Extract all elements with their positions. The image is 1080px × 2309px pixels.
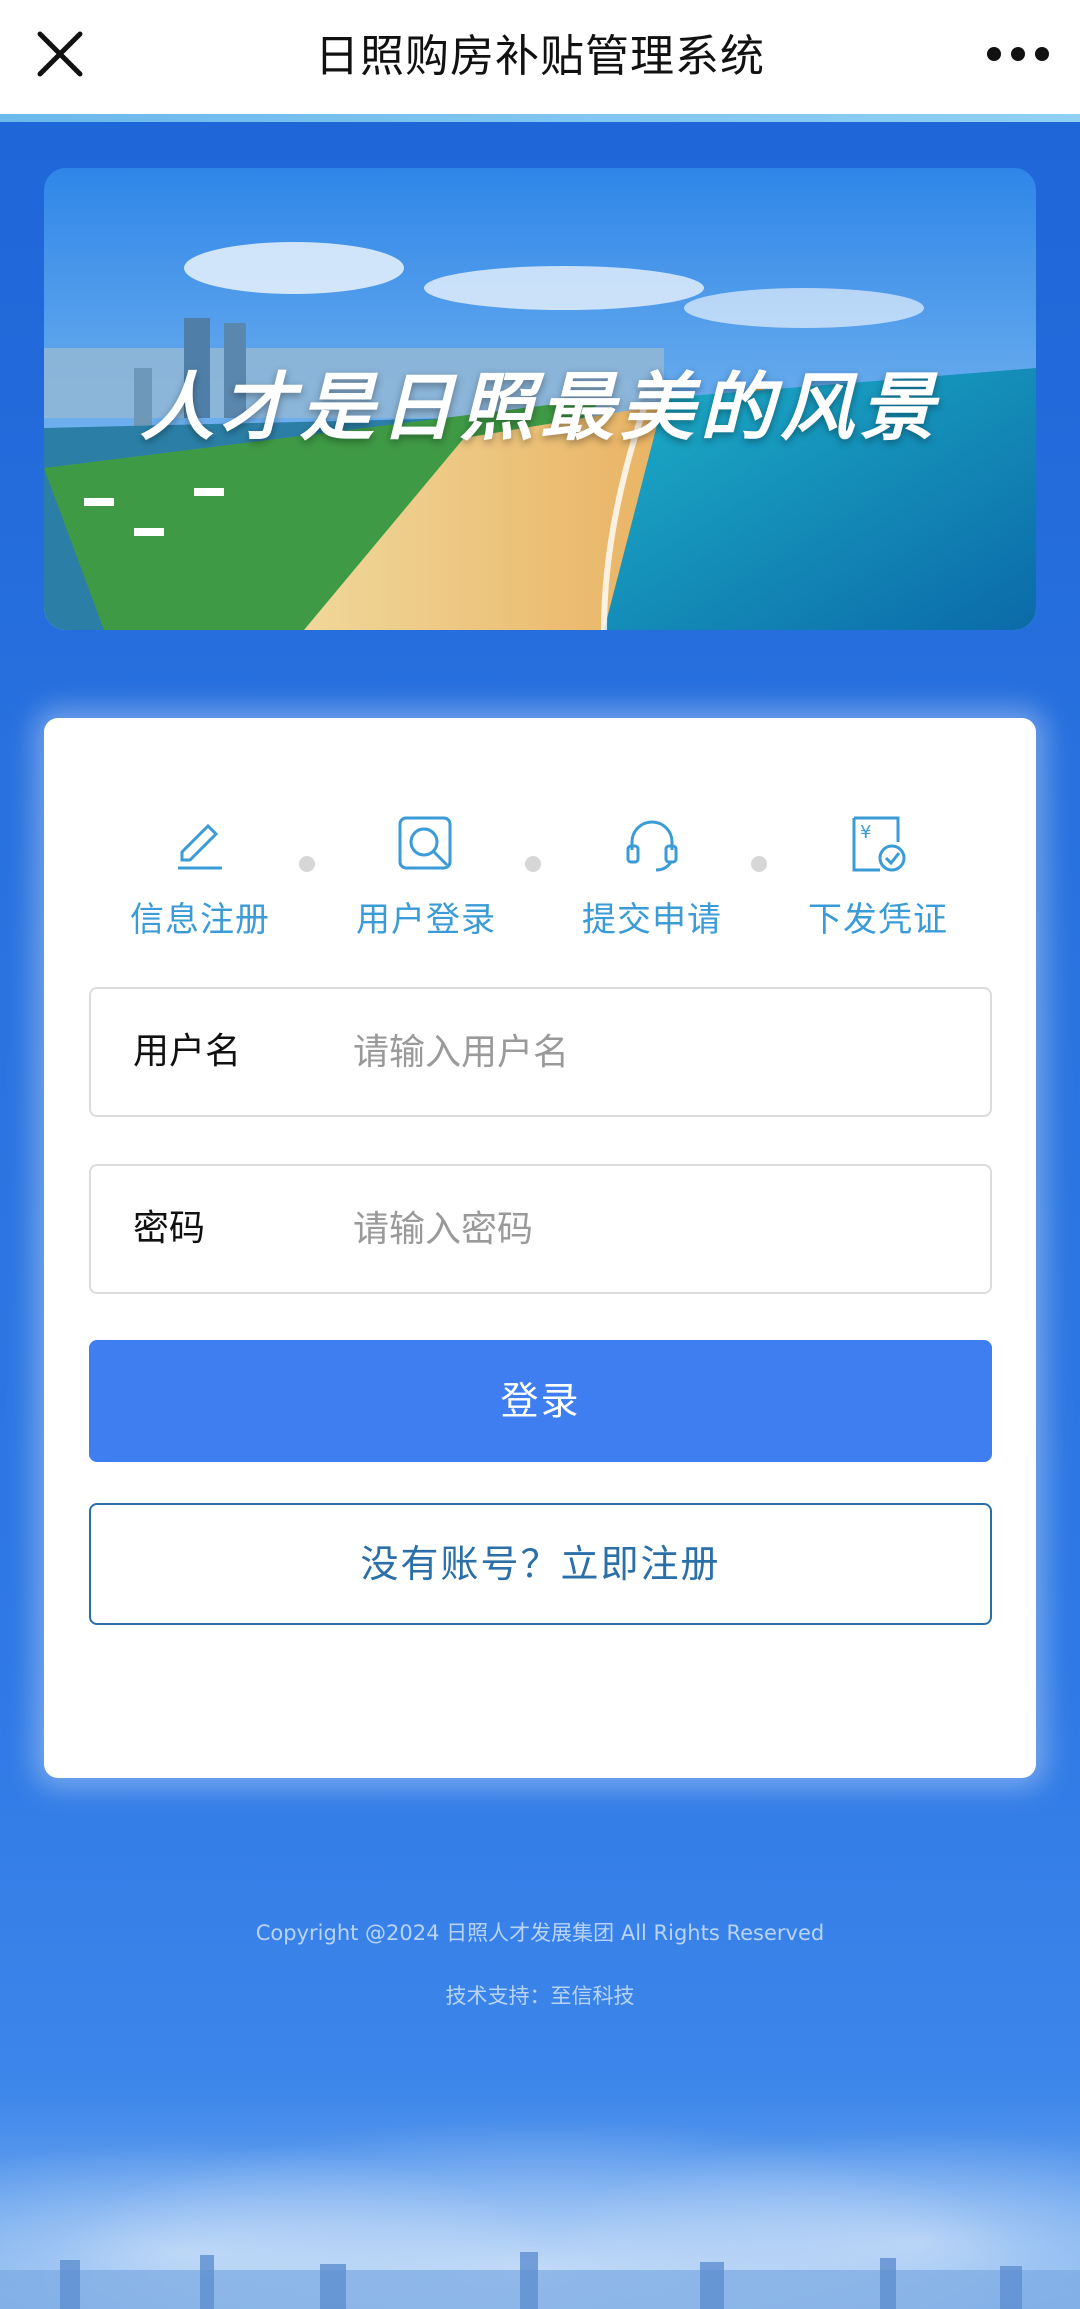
password-label: 密码	[133, 1208, 206, 1249]
step-separator	[525, 856, 541, 872]
step-label: 用户登录	[356, 900, 496, 940]
step-submit-application: 提交申请	[552, 812, 752, 941]
tech-support-text: 技术支持：至信科技	[445, 1984, 635, 2008]
username-input[interactable]	[353, 1017, 953, 1087]
top-bar: 日照购房补贴管理系统	[0, 0, 1080, 122]
step-separator	[299, 856, 315, 872]
search-icon	[398, 816, 452, 870]
step-separator	[751, 856, 767, 872]
pencil-icon	[178, 823, 222, 870]
banner-image: 人才是日照最美的风景	[44, 168, 1036, 630]
step-label: 下发凭证	[808, 900, 948, 940]
step-label: 信息注册	[130, 900, 270, 940]
step-user-login: 用户登录	[326, 812, 526, 941]
password-field: 密码	[89, 1164, 992, 1294]
login-button[interactable]: 登录	[89, 1340, 992, 1462]
step-label: 提交申请	[582, 900, 722, 940]
register-button[interactable]: 没有账号？立即注册	[89, 1503, 992, 1625]
skyline-decoration	[0, 2252, 1080, 2309]
username-field: 用户名	[89, 987, 992, 1117]
more-icon[interactable]	[986, 36, 1050, 72]
step-issue-certificate: ¥ 下发凭证	[778, 812, 978, 941]
page-title: 日照购房补贴管理系统	[315, 31, 765, 82]
svg-text:¥: ¥	[860, 822, 871, 843]
headset-icon	[626, 820, 678, 872]
copyright-text: Copyright @2024 日照人才发展集团 All Rights Rese…	[255, 1921, 825, 1945]
certificate-icon: ¥	[852, 816, 906, 872]
password-input[interactable]	[353, 1194, 953, 1264]
username-label: 用户名	[133, 1031, 242, 1072]
header-accent-line	[0, 114, 1080, 122]
step-register-info: 信息注册	[100, 812, 300, 941]
process-steps: 信息注册 用户登录 提交申请 ¥ 下发凭证	[44, 812, 1036, 962]
banner-slogan: 人才是日照最美的风景	[140, 365, 940, 451]
